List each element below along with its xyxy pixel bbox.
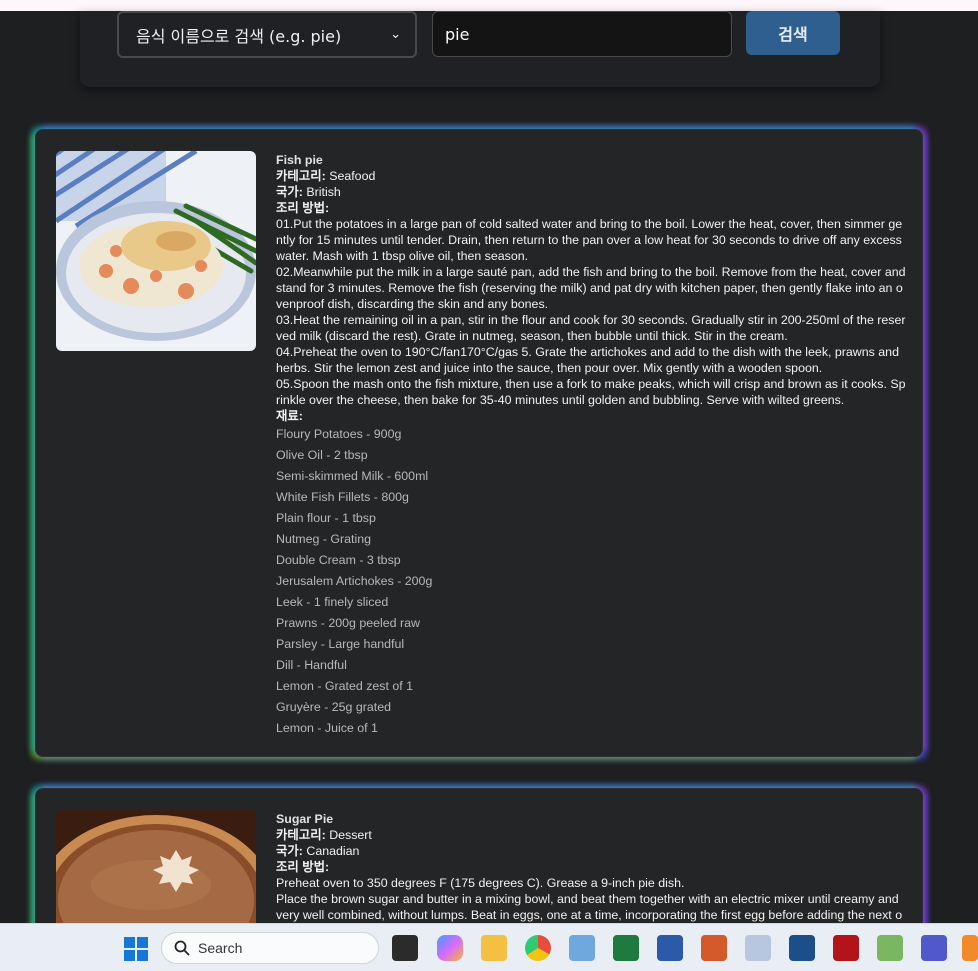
- copilot-icon[interactable]: [437, 935, 463, 961]
- search-type-select[interactable]: 음식 이름으로 검색 (e.g. pie) ⌄: [117, 11, 417, 58]
- method-step: 02.Meanwhile put the milk in a large sau…: [276, 265, 906, 311]
- recipe-method-label: 조리 방법:: [276, 860, 330, 874]
- ingredient-item: Parsley - Large handful: [276, 637, 405, 651]
- method-step: 03.Heat the remaining oil in a pan, stir…: [276, 313, 906, 343]
- taskbar-search-box[interactable]: Search: [161, 932, 379, 964]
- word-icon[interactable]: [657, 935, 683, 961]
- ingredient-item: Jerusalem Artichokes - 200g: [276, 574, 433, 588]
- chrome-icon[interactable]: [525, 935, 551, 961]
- method-step: 04.Preheat the oven to 190°C/fan170°C/ga…: [276, 345, 899, 375]
- ingredient-item: Semi-skimmed Milk - 600ml: [276, 469, 429, 483]
- method-step: 05.Spoon the mash onto the fish mixture,…: [276, 377, 906, 407]
- search-input-value: pie: [445, 24, 470, 44]
- recipe-details: Sugar Pie 카테고리: Dessert 국가: Canadian 조리 …: [276, 811, 906, 939]
- ingredient-item: Floury Potatoes - 900g: [276, 427, 402, 441]
- recipe-title: Fish pie: [276, 153, 323, 167]
- recipe-image: [56, 151, 256, 351]
- search-type-select-value: 음식 이름으로 검색 (e.g. pie): [136, 26, 342, 46]
- ingredient-item: Lemon - Grated zest of 1: [276, 679, 414, 693]
- recipe-country: 국가: British: [276, 185, 341, 199]
- ingredient-item: Olive Oil - 2 tbsp: [276, 448, 368, 462]
- ingredient-item: White Fish Fillets - 800g: [276, 490, 409, 504]
- excel-icon[interactable]: [613, 935, 639, 961]
- remote-desktop-icon[interactable]: [569, 935, 595, 961]
- recipe-category: 카테고리: Seafood: [276, 169, 376, 183]
- search-input[interactable]: pie: [432, 11, 732, 57]
- recipe-method: 01.Put the potatoes in a large pan of co…: [276, 216, 906, 408]
- chevron-down-icon: ⌄: [390, 27, 401, 42]
- ingredient-item: Prawns - 200g peeled raw: [276, 616, 420, 630]
- ingredient-item: Plain flour - 1 tbsp: [276, 511, 376, 525]
- ingredient-item: Double Cream - 3 tbsp: [276, 553, 401, 567]
- ingredient-item: Leek - 1 finely sliced: [276, 595, 389, 609]
- recipe-country: 국가: Canadian: [276, 844, 360, 858]
- recipe-method-label: 조리 방법:: [276, 201, 330, 215]
- ingredient-list: Floury Potatoes - 900g Olive Oil - 2 tbs…: [276, 424, 906, 739]
- filezilla-icon[interactable]: [833, 935, 859, 961]
- recipe-category: 카테고리: Dessert: [276, 828, 372, 842]
- method-step: Preheat oven to 350 degrees F (175 degre…: [276, 876, 685, 890]
- ingredient-item: Gruyère - 25g grated: [276, 700, 392, 714]
- app-icon[interactable]: [962, 935, 978, 961]
- ingredient-item: Dill - Handful: [276, 658, 347, 672]
- browser-top-strip: [0, 0, 978, 11]
- recipe-card: Fish pie 카테고리: Seafood 국가: British 조리 방법…: [35, 129, 923, 757]
- document-icon[interactable]: [745, 935, 771, 961]
- search-icon: [174, 940, 190, 956]
- windows-start-icon[interactable]: [123, 936, 149, 962]
- recipe-ingredients-label: 재료:: [276, 409, 303, 423]
- search-button[interactable]: 검색: [746, 11, 840, 55]
- teams-icon[interactable]: [921, 935, 947, 961]
- notepad-icon[interactable]: [789, 935, 815, 961]
- file-explorer-icon[interactable]: [481, 935, 507, 961]
- taskbar: Search: [0, 923, 978, 971]
- ingredient-item: Lemon - Juice of 1: [276, 721, 378, 735]
- recipe-details: Fish pie 카테고리: Seafood 국가: British 조리 방법…: [276, 152, 906, 739]
- recipe-title: Sugar Pie: [276, 812, 334, 826]
- taskbar-search-placeholder: Search: [198, 940, 243, 956]
- ingredient-item: Nutmeg - Grating: [276, 532, 372, 546]
- notepad-plus-plus-icon[interactable]: [877, 935, 903, 961]
- method-step: 01.Put the potatoes in a large pan of co…: [276, 217, 903, 263]
- powerpoint-icon[interactable]: [701, 935, 727, 961]
- task-view-icon[interactable]: [392, 935, 418, 961]
